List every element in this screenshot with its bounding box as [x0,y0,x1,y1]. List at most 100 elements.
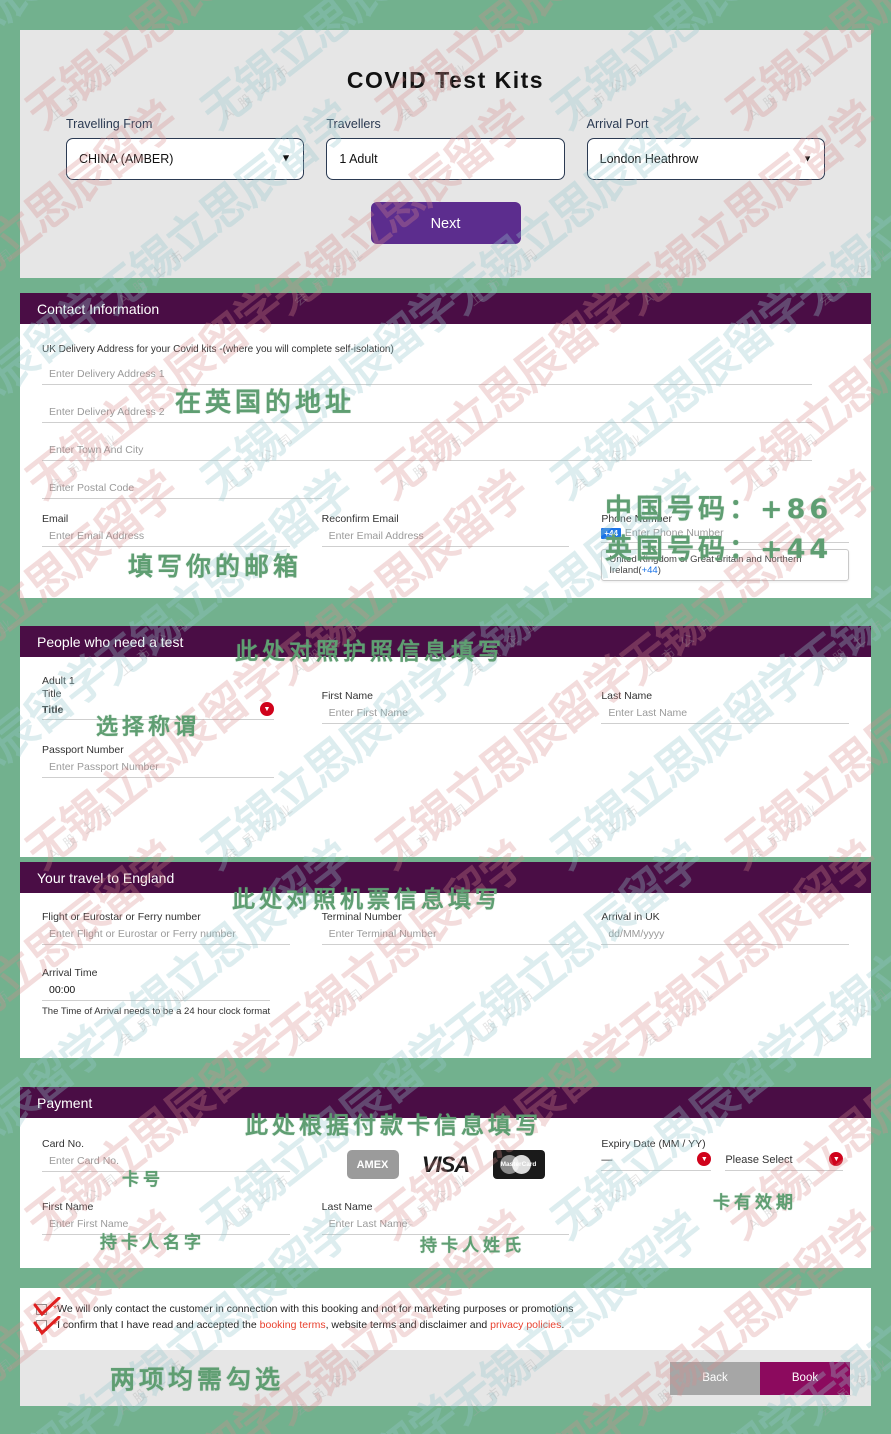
cardholder-last-name-label: Last Name [321,1201,373,1213]
first-name-field: First Name [321,675,570,724]
chevron-down-icon[interactable]: ▼ [697,1152,712,1166]
arrival-port-field: Arrival Port London Heathrow ▼ [586,117,825,180]
booking-terms-link[interactable]: booking terms [260,1319,326,1331]
email-field: Email [42,513,290,581]
terms-accept-text-a: I confirm that I have read and accepted … [57,1319,260,1331]
travel-section-heading: Your travel to England [20,862,871,893]
watermark-subtext: A 股 上 市 [0,986,15,1049]
back-button[interactable]: Back [670,1361,760,1395]
passport-spacer-1 [322,744,570,778]
marketing-consent-text: We will only contact the customer in con… [57,1303,574,1315]
next-button-wrap: Next [20,180,871,244]
privacy-policies-link[interactable]: privacy policies [490,1319,561,1331]
arrival-time-input[interactable] [42,981,270,1001]
travel-row-2: Arrival Time The Time of Arrival needs t… [42,967,849,1017]
travel-to-england-section: Your travel to England Flight or Eurosta… [20,862,871,1058]
phone-number-placeholder: Enter Phone Number [624,527,724,539]
terms-accept-checkbox[interactable] [36,1319,47,1331]
chevron-down-icon[interactable]: ▼ [829,1152,844,1166]
chevron-down-icon[interactable]: ▼ [260,702,274,716]
terms-line-marketing: *We will only contact the customer in co… [36,1303,857,1315]
book-button[interactable]: Book [760,1361,850,1395]
watermark-subtext: 会 员 企 业 [0,615,18,679]
payment-row-2: First Name Last Name [42,1201,849,1235]
first-name-input[interactable] [321,704,570,724]
contact-information-section: Contact Information UK Delivery Address … [20,293,871,598]
arrival-port-value: London Heathrow [599,152,699,166]
terms-section: *We will only contact the customer in co… [20,1288,871,1350]
passport-label: Passport Number [42,744,124,756]
arrival-port-label: Arrival Port [586,117,649,131]
passport-row: Passport Number [42,744,849,778]
passport-field: Passport Number [42,744,290,778]
contact-information-body: UK Delivery Address for your Covid kits … [20,324,871,591]
card-no-field: Card No. [42,1138,290,1179]
phone-number-label: Phone Number [601,513,672,525]
payment-section-body: Card No. AMEX VISA MasterCard Expiry Dat… [20,1118,871,1245]
adult-1-row: Adult 1 Title Title ▼ First Name Last Na… [42,675,850,724]
expiry-year-select[interactable]: Please Select ▼ [725,1152,844,1171]
expiry-date-label: Expiry Date (MM / YY) [601,1138,706,1150]
country-option-end: ) [657,565,661,576]
postal-code-input[interactable] [42,479,322,499]
reconfirm-email-label: Reconfirm Email [321,513,399,525]
travelling-from-label: Travelling From [66,117,153,131]
search-fields-row: Travelling From CHINA (AMBER) ▼ Travelle… [20,94,871,180]
passport-input[interactable] [42,758,274,778]
visa-icon: VISA [421,1151,470,1177]
arrival-in-uk-label: Arrival in UK [601,911,660,923]
delivery-address-2-input[interactable] [42,403,812,423]
flight-number-field: Flight or Eurostar or Ferry number [42,911,290,945]
payment-row-1: Card No. AMEX VISA MasterCard Expiry Dat… [42,1138,849,1179]
arrival-port-select[interactable]: London Heathrow ▼ [586,138,825,180]
cardholder-first-name-input[interactable] [42,1215,290,1235]
chevron-down-icon[interactable]: ▼ [803,154,812,164]
travel-spacer-1 [322,967,570,1017]
town-and-city-input[interactable] [42,441,812,461]
title-select[interactable]: Title ▼ [42,702,274,720]
arrival-time-note: The Time of Arrival needs to be a 24 hou… [42,1006,271,1017]
country-code-dropdown-option[interactable]: United Kingdom of Great Britain and Nort… [601,549,850,581]
travellers-label: Travellers [326,117,381,131]
expiry-month-select[interactable]: — ▼ [601,1152,712,1171]
title-label: Title [42,688,62,700]
travellers-select[interactable]: 1 Adult [326,138,565,180]
title-field: Adult 1 Title Title ▼ [42,675,290,724]
terms-accept-text-c: . [561,1319,565,1331]
arrival-in-uk-field: Arrival in UK [601,911,850,945]
cardholder-first-name-label: First Name [42,1201,94,1213]
amex-icon: AMEX [346,1150,399,1179]
travelling-from-field: Travelling From CHINA (AMBER) ▼ [66,117,305,180]
cardholder-last-name-input[interactable] [321,1215,570,1235]
travellers-value: 1 Adult [339,152,378,166]
travellers-field: Travellers 1 Adult [326,117,565,180]
arrival-in-uk-input[interactable] [601,925,850,945]
country-option-name: United Kingdom of Great Britain and Nort… [609,554,802,576]
expiry-date-field: Expiry Date (MM / YY) — ▼ Please Select … [601,1138,849,1179]
adult-1-label: Adult 1 [42,675,75,687]
page-title: COVID Test Kits [346,67,545,93]
delivery-address-hint: UK Delivery Address for your Covid kits … [42,344,394,355]
next-button[interactable]: Next [370,202,521,244]
chevron-down-icon[interactable]: ▼ [280,153,291,165]
search-panel: COVID Test Kits Travelling From CHINA (A… [20,30,871,278]
cardholder-last-name-field: Last Name [321,1201,570,1235]
payment-section: Payment Card No. AMEX VISA MasterCard Ex… [20,1087,871,1268]
people-section-heading: People who need a test [20,626,871,657]
country-code-chip[interactable]: +44 [601,527,621,539]
travelling-from-select[interactable]: CHINA (AMBER) ▼ [66,138,305,180]
accepted-cards-logos: AMEX VISA MasterCard [322,1150,570,1179]
expiry-year-value: Please Select [725,1154,793,1166]
flight-number-input[interactable] [42,925,290,945]
delivery-address-1-input[interactable] [42,365,812,385]
last-name-label: Last Name [601,690,653,702]
marketing-consent-checkbox[interactable] [36,1303,47,1315]
mastercard-label: MasterCard [500,1161,537,1168]
terminal-number-input[interactable] [321,925,570,945]
reconfirm-email-input[interactable] [321,527,570,547]
last-name-input[interactable] [601,704,850,724]
email-input[interactable] [42,527,290,547]
expiry-month-value: — [601,1154,613,1166]
card-no-input[interactable] [42,1152,290,1172]
mastercard-icon: MasterCard [492,1150,545,1179]
